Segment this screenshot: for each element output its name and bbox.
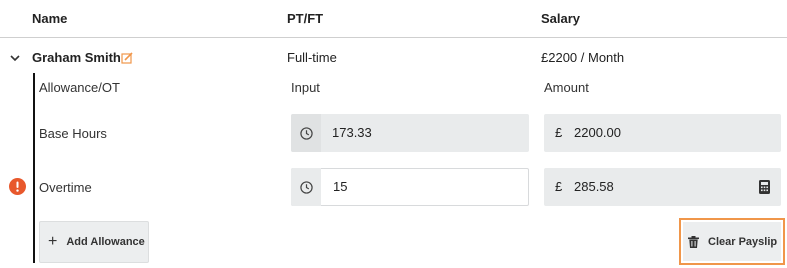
overtime-amount: 285.58	[574, 179, 614, 194]
subheader-amount: Amount	[544, 80, 589, 95]
currency-symbol: £	[555, 125, 563, 140]
chevron-down-icon[interactable]	[9, 52, 21, 64]
subheader-input: Input	[291, 80, 320, 95]
employee-type: Full-time	[287, 50, 337, 65]
overtime-value: 15	[333, 179, 348, 194]
base-hours-amount-field: £ 2200.00	[544, 114, 781, 152]
warning-icon	[9, 178, 26, 195]
employee-salary: £2200 / Month	[541, 50, 625, 65]
base-hours-amount: 2200.00	[574, 125, 621, 140]
add-allowance-label: Add Allowance	[66, 236, 145, 248]
header-divider	[0, 37, 787, 38]
clear-payslip-button[interactable]: Clear Payslip	[683, 222, 781, 261]
row-label-base-hours: Base Hours	[39, 126, 107, 141]
clear-payslip-label: Clear Payslip	[708, 235, 778, 248]
row-label-overtime: Overtime	[39, 180, 92, 195]
clock-icon	[299, 126, 313, 140]
employee-name: Graham Smith	[32, 50, 121, 65]
base-hours-value: 173.33	[332, 125, 372, 140]
overtime-input[interactable]: 15	[291, 168, 529, 206]
base-hours-input[interactable]: 173.33	[291, 114, 529, 152]
clock-addon	[291, 168, 321, 206]
column-header-name: Name	[32, 11, 68, 26]
column-header-ptft: PT/FT	[287, 11, 324, 26]
clock-addon	[291, 114, 321, 152]
overtime-amount-field: £ 285.58	[544, 168, 781, 206]
trash-icon	[688, 235, 699, 248]
clock-icon	[299, 180, 313, 194]
add-allowance-button[interactable]: + Add Allowance	[39, 221, 149, 263]
currency-symbol: £	[555, 179, 563, 194]
column-header-salary: Salary	[541, 11, 581, 26]
plus-icon: +	[48, 233, 58, 250]
group-indicator-line	[33, 73, 35, 263]
calculator-icon[interactable]	[759, 180, 770, 194]
edit-icon[interactable]	[121, 52, 133, 64]
subheader-allowance: Allowance/OT	[39, 80, 120, 95]
